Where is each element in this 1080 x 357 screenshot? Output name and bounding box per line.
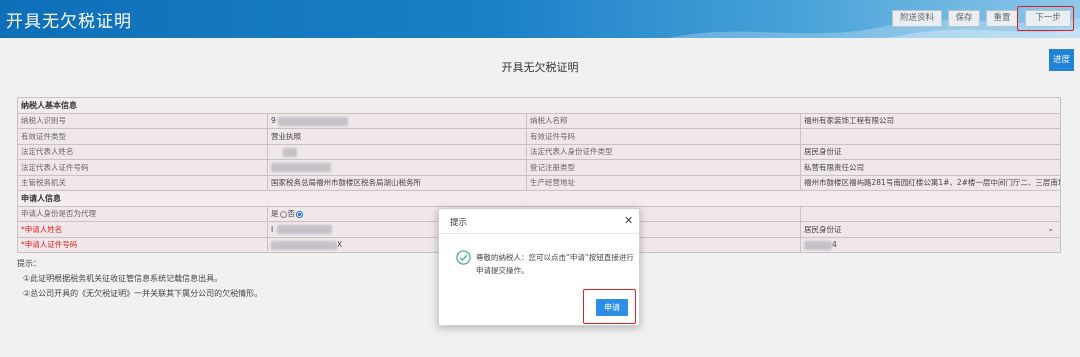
taxpayer-name-value: 福州有家装饰工程有限公司 bbox=[800, 112, 1061, 129]
agent-question-label: 申请人身份是否为代理 bbox=[17, 205, 268, 222]
id-number-value bbox=[800, 128, 1061, 145]
radio-yes-label: 是 bbox=[271, 209, 279, 219]
table-row: 有效证件类型 营业执照 有效证件号码 bbox=[17, 128, 1061, 145]
id-number-label: 有效证件号码 bbox=[526, 128, 801, 145]
applicant-id-label: *申请人证件号码 bbox=[17, 236, 268, 253]
table-row: 纳税人识别号 9 纳税人名称 福州有家装饰工程有限公司 bbox=[17, 112, 1061, 129]
id-type-label: 有效证件类型 bbox=[17, 128, 268, 145]
legal-rep-id-number-label: 法定代表人证件号码 bbox=[17, 159, 268, 176]
registration-type-label: 登记注册类型 bbox=[526, 159, 801, 176]
table-row: 主管税务机关 国家税务总局福州市鼓楼区税务局湖山税务所 生产经营地址 福州市鼓楼… bbox=[17, 174, 1061, 191]
dialog-title: 提示 bbox=[450, 218, 468, 228]
radio-no-label: 否 bbox=[287, 209, 296, 219]
legal-rep-name-label: 法定代表人姓名 bbox=[17, 143, 268, 160]
page-heading: 开具无欠税证明 bbox=[501, 61, 579, 74]
tax-authority-label: 主管税务机关 bbox=[17, 174, 268, 191]
taxpayer-id-value: 9 bbox=[267, 112, 527, 129]
app-title: 开具无欠税证明 bbox=[6, 12, 132, 32]
taxpayer-section-title: 纳税人基本信息 bbox=[17, 97, 1061, 114]
applicant-id-tail: 4 bbox=[800, 236, 1061, 253]
tip-line-1: ①此证明根据税务机关征收征管信息系统记载信息出具。 bbox=[23, 274, 223, 283]
tip-line-2: ②总公司开具的《无欠税证明》一并关联其下属分公司的欠税情形。 bbox=[23, 289, 263, 298]
tips-title: 提示： bbox=[17, 259, 41, 268]
legal-rep-id-type-label: 法定代表人身份证件类型 bbox=[526, 143, 801, 160]
applicant-name-label: *申请人姓名 bbox=[17, 221, 268, 238]
id-type-value: 营业执照 bbox=[267, 128, 527, 145]
legal-rep-id-type-value: 居民身份证 bbox=[800, 143, 1061, 160]
check-circle-icon bbox=[456, 250, 471, 265]
table-row: 法定代表人姓名 法定代表人身份证件类型 居民身份证 bbox=[17, 143, 1061, 160]
radio-yes[interactable] bbox=[279, 210, 287, 218]
tips-block: 提示： ①此证明根据税务机关征收征管信息系统记载信息出具。 ②总公司开具的《无欠… bbox=[17, 256, 262, 301]
attach-materials-button[interactable]: 附送资料 bbox=[892, 10, 942, 27]
business-address-value: 福州市鼓楼区福屿路281号南园红楼公寓1#、2#楼一层中间门厅二、三层南场 bbox=[800, 174, 1061, 191]
dialog-message: 尊敬的纳税人：您可以点击“申请”按钮直接进行申请提交操作。 bbox=[476, 253, 634, 275]
business-address-label: 生产经营地址 bbox=[526, 174, 801, 191]
save-button[interactable]: 保存 bbox=[948, 10, 980, 27]
legal-rep-id-number-value bbox=[267, 159, 527, 176]
applicant-section-title: 申请人信息 bbox=[17, 190, 1061, 207]
chevron-down-icon: ⌄ bbox=[1047, 223, 1054, 233]
applicant-id-type-select[interactable]: 居民身份证 ⌄ bbox=[800, 221, 1061, 238]
next-step-highlight bbox=[1017, 6, 1074, 31]
taxpayer-name-label: 纳税人名称 bbox=[526, 112, 801, 129]
taxpayer-id-label: 纳税人识别号 bbox=[17, 112, 268, 129]
tax-authority-value: 国家税务总局福州市鼓楼区税务局湖山税务所 bbox=[267, 174, 527, 191]
table-row: 法定代表人证件号码 登记注册类型 私营有限责任公司 bbox=[17, 159, 1061, 176]
legal-rep-name-value bbox=[267, 143, 527, 160]
dialog-divider bbox=[439, 233, 639, 234]
radio-no[interactable] bbox=[296, 210, 303, 218]
apply-highlight bbox=[583, 289, 636, 324]
close-icon[interactable]: ✕ bbox=[624, 214, 633, 227]
registration-type-value: 私营有限责任公司 bbox=[800, 159, 1061, 176]
reset-button[interactable]: 重置 bbox=[986, 10, 1018, 27]
